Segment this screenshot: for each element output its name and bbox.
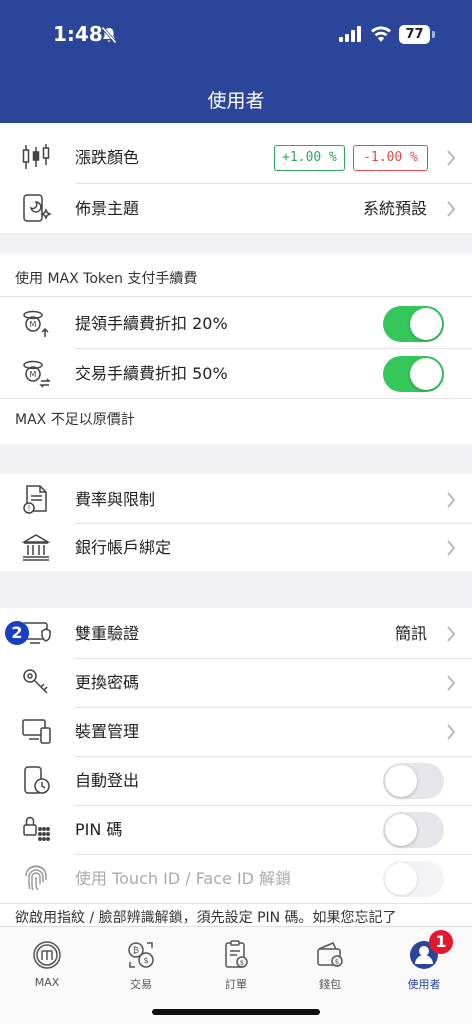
theme-row[interactable]: 佈景主題 系統預設 bbox=[0, 184, 472, 233]
chevron-right-icon bbox=[447, 150, 456, 166]
price-color-row[interactable]: 漲跌顏色 +1.00 % -1.00 % bbox=[0, 133, 472, 182]
two-factor-row[interactable]: 雙重驗證 簡訊 bbox=[0, 609, 472, 658]
orders-icon: $ bbox=[225, 940, 248, 968]
tab-user[interactable]: 使用者 bbox=[377, 927, 471, 997]
battery-indicator: 77 bbox=[399, 25, 430, 44]
bank-account-label: 銀行帳戶綁定 bbox=[75, 538, 172, 557]
biometric-unlock-toggle[interactable] bbox=[383, 861, 444, 897]
auto-logout-toggle[interactable] bbox=[383, 763, 444, 799]
silent-bell-icon bbox=[101, 26, 117, 44]
toggle-knob bbox=[385, 765, 417, 797]
svg-text:M: M bbox=[30, 370, 37, 379]
max-logo-icon bbox=[33, 941, 61, 969]
tab-label: 交易 bbox=[130, 978, 152, 991]
auto-logout-icon bbox=[24, 766, 50, 794]
bank-account-row[interactable]: 銀行帳戶綁定 bbox=[0, 523, 472, 572]
annotation-marker-2: 2 bbox=[5, 621, 29, 645]
change-password-label: 更換密碼 bbox=[75, 673, 140, 692]
pin-lock-icon bbox=[23, 816, 50, 841]
svg-text:!: ! bbox=[27, 504, 30, 513]
key-icon bbox=[23, 669, 48, 694]
security-section: 雙重驗證 簡訊 更換密碼 裝置管理 自動登出 PIN 碼 使用 Touch ID… bbox=[0, 608, 472, 926]
status-time: 1:48 bbox=[53, 22, 103, 46]
pin-code-toggle[interactable] bbox=[383, 812, 444, 848]
trade-discount-toggle[interactable] bbox=[383, 356, 444, 392]
wallet-icon: $ bbox=[317, 942, 343, 967]
chevron-right-icon bbox=[447, 540, 456, 556]
top-header: 1:48 77 使用者 bbox=[0, 0, 472, 123]
device-management-row[interactable]: 裝置管理 bbox=[0, 707, 472, 756]
tab-wallet[interactable]: $ 錢包 bbox=[283, 927, 377, 997]
home-indicator bbox=[152, 1009, 320, 1015]
trade-discount-row: M 交易手續費折扣 50% bbox=[0, 349, 472, 398]
two-factor-label: 雙重驗證 bbox=[75, 624, 140, 643]
tab-max[interactable]: MAX bbox=[0, 927, 94, 997]
bank-icon bbox=[21, 534, 51, 561]
svg-text:$: $ bbox=[240, 959, 244, 967]
pin-code-label: PIN 碼 bbox=[75, 820, 123, 839]
divider bbox=[75, 183, 472, 184]
account-section: ! 費率與限制 銀行帳戶綁定 bbox=[0, 474, 472, 571]
pin-code-row: PIN 碼 bbox=[0, 805, 472, 854]
auto-logout-label: 自動登出 bbox=[75, 771, 140, 790]
svg-text:$: $ bbox=[335, 958, 339, 966]
tab-label: 使用者 bbox=[407, 978, 441, 991]
fee-document-icon: ! bbox=[23, 485, 47, 514]
annotation-marker-1: 1 bbox=[429, 930, 453, 954]
chevron-right-icon bbox=[447, 626, 456, 642]
biometric-unlock-label: 使用 Touch ID / Face ID 解鎖 bbox=[75, 869, 292, 888]
fingerprint-icon bbox=[25, 865, 47, 891]
toggle-knob bbox=[410, 358, 442, 390]
up-color-sample: +1.00 % bbox=[274, 145, 345, 171]
tab-label: 訂單 bbox=[225, 978, 247, 991]
price-color-label: 漲跌顏色 bbox=[75, 148, 140, 167]
chevron-right-icon bbox=[447, 492, 456, 508]
trade-discount-label: 交易手續費折扣 50% bbox=[75, 364, 228, 383]
divider bbox=[0, 398, 472, 399]
withdraw-discount-toggle[interactable] bbox=[383, 306, 444, 342]
withdraw-discount-label: 提領手續費折扣 20% bbox=[75, 314, 228, 333]
toggle-knob bbox=[385, 863, 417, 895]
tab-label: 錢包 bbox=[319, 978, 341, 991]
theme-value: 系統預設 bbox=[362, 199, 427, 218]
max-token-section: 使用 MAX Token 支付手續費 M 提領手續費折扣 20% M 交易手續費… bbox=[0, 254, 472, 444]
auto-logout-row: 自動登出 bbox=[0, 756, 472, 805]
devices-icon bbox=[22, 719, 51, 744]
tab-trade[interactable]: ₿ $ 交易 bbox=[94, 927, 188, 997]
exchange-icon: ₿ $ bbox=[128, 942, 154, 968]
max-token-footnote: MAX 不足以原價計 bbox=[15, 412, 135, 428]
down-color-sample: -1.00 % bbox=[353, 145, 428, 171]
tab-orders[interactable]: $ 訂單 bbox=[189, 927, 283, 997]
withdraw-discount-row: M 提領手續費折扣 20% bbox=[0, 299, 472, 348]
token-exchange-icon: M bbox=[23, 360, 51, 388]
candlestick-icon bbox=[22, 144, 50, 169]
battery-tip bbox=[432, 31, 435, 38]
fees-limits-row[interactable]: ! 費率與限制 bbox=[0, 475, 472, 524]
cell-signal-icon bbox=[339, 26, 361, 42]
wifi-icon bbox=[371, 26, 391, 42]
device-management-label: 裝置管理 bbox=[75, 722, 140, 741]
theme-phone-icon bbox=[23, 194, 52, 222]
max-token-section-title: 使用 MAX Token 支付手續費 bbox=[15, 271, 198, 287]
display-settings-section: 漲跌顏色 +1.00 % -1.00 % 佈景主題 系統預設 bbox=[0, 123, 472, 233]
change-password-row[interactable]: 更換密碼 bbox=[0, 658, 472, 707]
divider bbox=[0, 903, 472, 904]
chevron-right-icon bbox=[447, 201, 456, 217]
theme-label: 佈景主題 bbox=[75, 199, 140, 218]
two-factor-value: 簡訊 bbox=[394, 624, 427, 643]
tab-label: MAX bbox=[34, 976, 60, 989]
toggle-knob bbox=[385, 814, 417, 846]
fees-limits-label: 費率與限制 bbox=[75, 490, 156, 509]
page-title: 使用者 bbox=[207, 90, 265, 112]
biometric-note: 欲啟用指紋 / 臉部辨識解鎖，須先設定 PIN 碼。如果您忘記了 bbox=[15, 910, 397, 926]
svg-text:M: M bbox=[30, 320, 37, 329]
svg-text:₿: ₿ bbox=[133, 946, 139, 955]
biometric-unlock-row: 使用 Touch ID / Face ID 解鎖 bbox=[0, 854, 472, 903]
svg-text:$: $ bbox=[143, 956, 148, 965]
divider bbox=[0, 296, 472, 297]
token-withdraw-icon: M bbox=[23, 310, 49, 337]
chevron-right-icon bbox=[447, 724, 456, 740]
chevron-right-icon bbox=[447, 675, 456, 691]
toggle-knob bbox=[410, 308, 442, 340]
